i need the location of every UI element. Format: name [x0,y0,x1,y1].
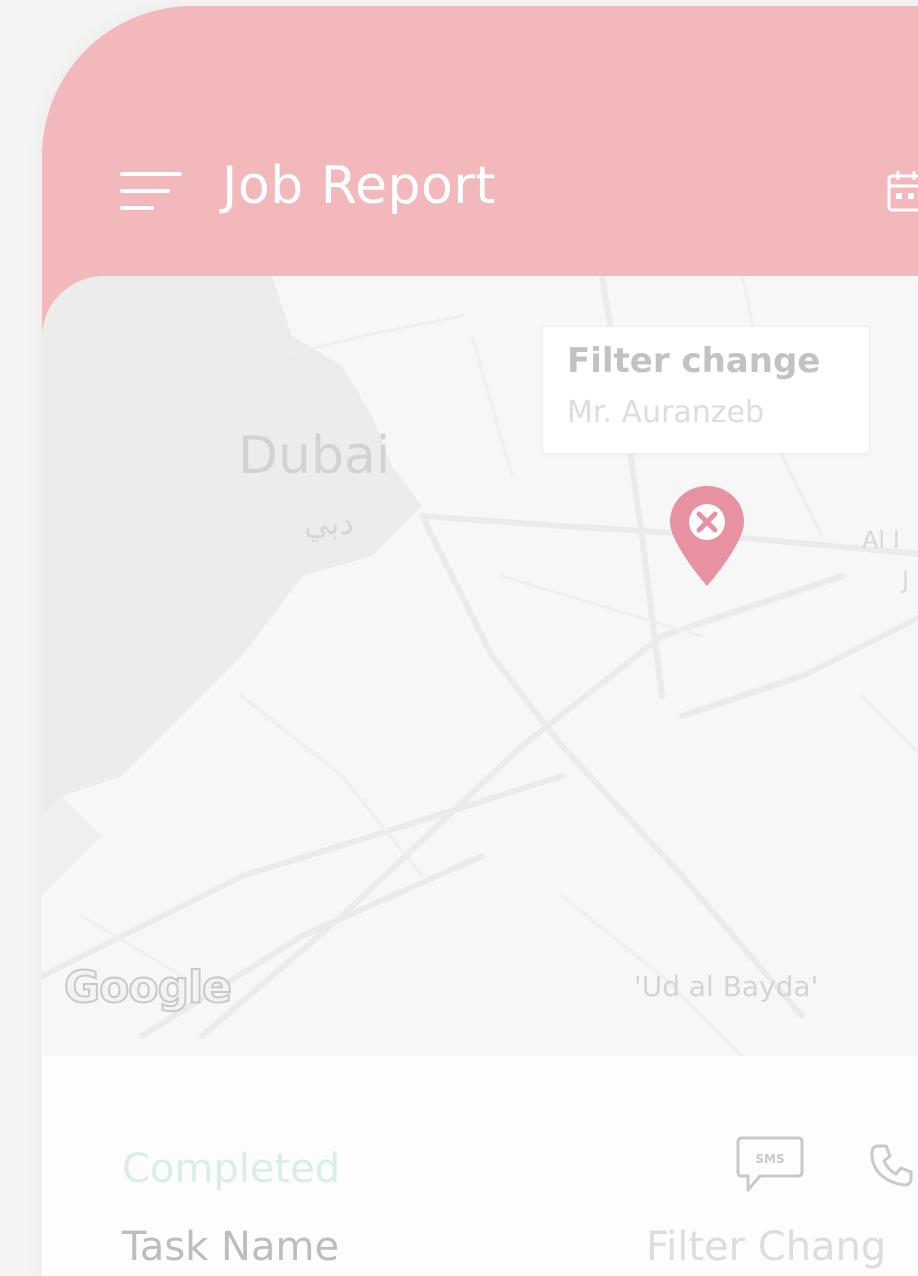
map-place-label-right-2: J [902,566,910,594]
map-place-label-right: Al I [862,526,900,554]
sms-chat-icon[interactable]: SMS [734,1134,806,1196]
callout-subtitle: Mr. Auranzeb [567,395,765,430]
callout-title: Filter change [567,341,821,381]
map-view[interactable]: Dubai دبي Filter change Mr. Auranzeb Al … [42,276,918,1056]
map-city-label-arabic: دبي [304,504,354,542]
status-badge: Completed [122,1146,341,1192]
screen: Job Report Dubai دبي Filter change Mr. A… [0,0,918,1276]
calendar-icon[interactable] [886,168,918,214]
task-name-label: Task Name [122,1224,340,1270]
map-info-callout[interactable]: Filter change Mr. Auranzeb [542,326,870,454]
google-logo: Google [63,961,233,1014]
page-title: Job Report [222,156,497,216]
map-city-label: Dubai [238,426,391,486]
map-pin-icon[interactable] [666,482,748,588]
task-name-value: Filter Chang [646,1224,887,1270]
phone-frame: Job Report Dubai دبي Filter change Mr. A… [42,6,918,1276]
sms-chat-icon-text: SMS [755,1152,784,1166]
map-place-label-bottom: 'Ud al Bayda' [634,970,819,1003]
phone-call-icon[interactable] [868,1142,914,1188]
hamburger-menu-icon[interactable] [120,172,182,212]
